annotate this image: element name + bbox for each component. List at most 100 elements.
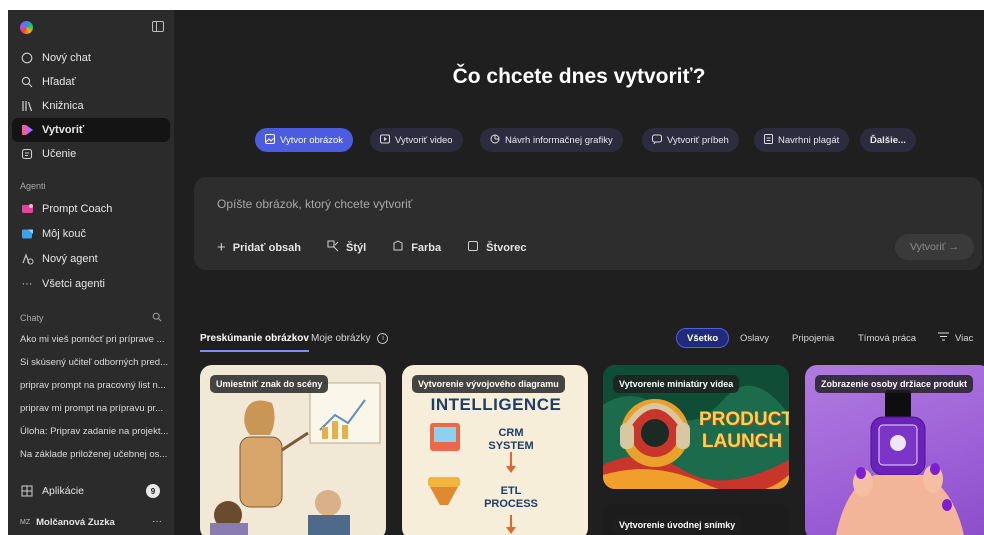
sidebar-item-my-coach[interactable]: Môj kouč <box>12 221 170 246</box>
filter-more[interactable]: Viac <box>938 328 973 348</box>
chip-infographic[interactable]: Návrh informačnej grafiky <box>480 128 623 152</box>
chip-label: Vytvor obrázok <box>280 134 344 146</box>
sidebar-item-apps[interactable]: Aplikácie 9 <box>12 480 170 502</box>
add-content-button[interactable]: + Pridať obsah <box>217 239 301 256</box>
composer-tools: + Pridať obsah Štýl Farba Štvorec <box>217 239 553 256</box>
sidebar-item-label: Učenie <box>42 148 77 160</box>
chat-bubble-icon <box>20 51 34 65</box>
card-person-holding-product[interactable]: Zobrazenie osoby držiace produkt <box>805 365 984 535</box>
tool-label: Farba <box>411 241 442 254</box>
chip-label: Navrhni plagát <box>778 134 840 146</box>
card-place-character[interactable]: Umiestniť znak do scény <box>200 365 386 535</box>
main-content: Čo chcete dnes vytvoriť? Vytvor obrázok … <box>174 10 984 535</box>
filter-label: Všetko <box>687 332 719 344</box>
card-label: Vytvorenie vývojového diagramu <box>412 375 565 393</box>
chat-list-item[interactable]: Ako mi vieš pomôcť pri príprave ... <box>8 328 174 351</box>
poster-icon <box>764 134 773 146</box>
tab-label: Preskúmanie obrázkov <box>200 332 309 344</box>
chip-label: Vytvoriť príbeh <box>667 134 729 146</box>
filter-icon <box>938 332 949 344</box>
avatar: MZ <box>20 518 31 526</box>
card-text-crm: CRM <box>498 427 524 439</box>
tab-my-images[interactable]: Moje obrázky i <box>311 328 389 348</box>
app-window: Nový chat Hľadať Knižnica Vytvoriť Učeni… <box>8 10 984 535</box>
more-icon: ··· <box>21 277 33 290</box>
chip-design-poster[interactable]: Navrhni plagát <box>754 128 850 152</box>
sidebar-item-new-chat[interactable]: Nový chat <box>12 46 170 70</box>
aspect-ratio-button[interactable]: Štvorec <box>467 239 527 256</box>
agents-label: Agenti <box>20 181 46 191</box>
chip-more[interactable]: Ďalšie... <box>860 128 916 152</box>
chip-create-image[interactable]: Vytvor obrázok <box>255 128 354 152</box>
filter-teamwork[interactable]: Tímová práca <box>858 328 916 348</box>
chip-create-video[interactable]: Vytvoriť video <box>370 128 463 152</box>
chip-label: Ďalšie... <box>870 134 906 146</box>
filter-all[interactable]: Všetko <box>676 328 730 348</box>
card-text-intelligence: INTELLIGENCE <box>430 395 562 414</box>
sidebar-item-label: Prompt Coach <box>42 202 113 215</box>
card-label: Vytvorenie miniatúry videa <box>613 375 740 393</box>
user-profile[interactable]: MZ Molčanová Zuzka ··· <box>12 512 170 532</box>
filter-celebrations[interactable]: Oslavy <box>740 328 769 348</box>
tab-label: Moje obrázky <box>311 332 371 344</box>
chats-label: Chaty <box>20 313 44 323</box>
prompt-composer: Opíšte obrázok, ktorý chcete vytvoriť + … <box>194 177 982 270</box>
style-button[interactable]: Štýl <box>327 239 366 256</box>
color-button[interactable]: Farba <box>392 239 441 256</box>
info-icon[interactable]: i <box>377 332 389 344</box>
card-text-process: PROCESS <box>484 498 538 510</box>
chat-list-item[interactable]: Úloha: Priprav zadanie na projekt... <box>8 420 174 443</box>
card-label: Vytvorenie úvodnej snímky <box>613 516 742 534</box>
chat-list-item[interactable]: priprav mi prompt na prípravu pr... <box>8 397 174 420</box>
sidebar-item-prompt-coach[interactable]: Prompt Coach <box>12 196 170 221</box>
sidebar-item-all-agents[interactable]: ··· Všetci agenti <box>12 271 170 296</box>
search-icon <box>20 75 34 89</box>
sidebar-item-label: Nový chat <box>42 52 91 64</box>
chat-list-item[interactable]: priprav prompt na pracovný list n... <box>8 374 174 397</box>
new-agent-icon <box>20 252 34 266</box>
card-flowchart[interactable]: INTELLIGENCE CRM SYSTEM ETL PROCESS Vytv… <box>402 365 588 535</box>
filter-label: Tímová práca <box>858 332 917 344</box>
collapse-sidebar-icon[interactable] <box>152 21 164 32</box>
card-text-etl: ETL <box>500 485 522 497</box>
chip-label: Návrh informačnej grafiky <box>505 134 613 146</box>
filter-connections[interactable]: Pripojenia <box>792 328 834 348</box>
infographic-icon <box>490 134 500 146</box>
tab-explore-images[interactable]: Preskúmanie obrázkov <box>200 328 309 352</box>
chat-list-item[interactable]: Si skúsený učiteľ odborných pred... <box>8 351 174 374</box>
sidebar-item-learning[interactable]: Učenie <box>12 142 170 166</box>
library-icon <box>20 99 34 113</box>
sidebar-item-label: Všetci agenti <box>42 277 105 290</box>
tool-label: Štýl <box>346 241 367 254</box>
learning-icon <box>20 147 34 161</box>
sidebar: Nový chat Hľadať Knižnica Vytvoriť Učeni… <box>8 10 174 535</box>
copilot-logo-icon[interactable] <box>20 21 33 34</box>
page-title: Čo chcete dnes vytvoriť? <box>452 65 706 88</box>
sidebar-item-label: Môj kouč <box>42 227 87 240</box>
card-text-launch: LAUNCH <box>701 431 783 452</box>
sidebar-item-search[interactable]: Hľadať <box>12 70 170 94</box>
sidebar-item-library[interactable]: Knižnica <box>12 94 170 118</box>
card-label: Zobrazenie osoby držiace produkt <box>815 375 974 393</box>
chat-list-item[interactable]: Na základe priloženej učebnej os... <box>8 443 174 466</box>
search-chats-icon[interactable] <box>152 312 162 324</box>
more-options-icon[interactable]: ··· <box>152 516 162 527</box>
card-video-thumbnail[interactable]: PRODUCT LAUNCH Vytvorenie miniatúry vide… <box>603 365 789 489</box>
chip-label: Vytvoriť video <box>395 134 453 146</box>
user-name: Molčanová Zuzka <box>36 516 115 528</box>
prompt-input[interactable]: Opíšte obrázok, ktorý chcete vytvoriť <box>217 197 412 211</box>
chats-section-label: Chaty <box>8 308 174 328</box>
sidebar-item-new-agent[interactable]: Nový agent <box>12 246 170 271</box>
apps-count-badge: 9 <box>146 484 160 498</box>
apps-grid-icon <box>20 484 34 498</box>
agents-section-label: Agenti <box>8 176 174 196</box>
sidebar-item-create[interactable]: Vytvoriť <box>12 118 170 142</box>
image-icon <box>265 134 275 146</box>
tool-label: Štvorec <box>486 241 527 254</box>
create-button[interactable]: Vytvoriť → <box>895 234 974 260</box>
square-icon <box>467 240 479 255</box>
card-title-slide[interactable]: Vytvorenie úvodnej snímky <box>603 504 789 535</box>
sidebar-header <box>8 10 174 44</box>
prompt-coach-icon <box>20 202 34 216</box>
chip-create-story[interactable]: Vytvoriť príbeh <box>642 128 739 152</box>
